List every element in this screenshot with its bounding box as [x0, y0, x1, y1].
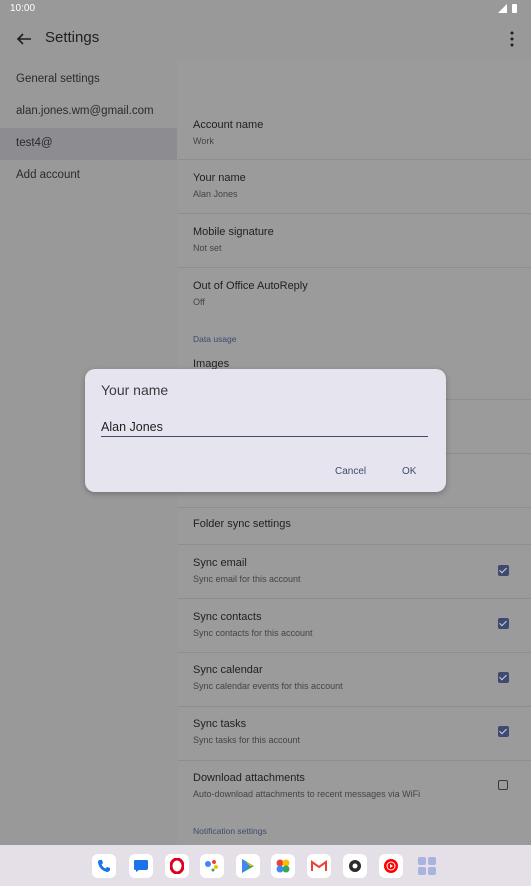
nav-item-add-account[interactable]: Add account: [0, 160, 177, 192]
nav-item-label: alan.jones.wm@gmail.com: [16, 105, 154, 117]
section-header-notifications: Notification settings: [193, 826, 267, 836]
status-time: 10:00: [10, 3, 36, 14]
setting-folder-sync[interactable]: Folder sync settings: [178, 508, 531, 545]
setting-sync-contacts[interactable]: Sync contacts Sync contacts for this acc…: [178, 599, 531, 653]
setting-title: Your name: [193, 172, 246, 184]
status-bar: 10:00: [0, 0, 531, 18]
setting-value: Alan Jones: [193, 189, 238, 199]
setting-title: Sync tasks: [193, 718, 247, 730]
sync-contacts-checkbox[interactable]: [498, 618, 509, 629]
setting-sync-calendar[interactable]: Sync calendar Sync calendar events for t…: [178, 653, 531, 707]
sync-calendar-checkbox[interactable]: [498, 672, 509, 683]
setting-title: Out of Office AutoReply: [193, 280, 308, 292]
app-bar: Settings: [0, 18, 531, 60]
phone-icon[interactable]: [92, 854, 116, 878]
setting-title: Download attachments: [193, 772, 305, 784]
download-attachments-checkbox[interactable]: [498, 780, 508, 790]
setting-sync-email[interactable]: Sync email Sync email for this account: [178, 545, 531, 599]
back-arrow-icon[interactable]: [14, 29, 34, 49]
setting-title: Mobile signature: [193, 226, 274, 238]
nav-item-account-test4[interactable]: test4@: [0, 128, 177, 160]
setting-subtitle: Sync contacts for this account: [193, 628, 313, 638]
dialog-title: Your name: [101, 382, 169, 398]
setting-subtitle: Sync email for this account: [193, 574, 301, 584]
assistant-icon[interactable]: [200, 854, 224, 878]
nav-item-label: General settings: [16, 73, 100, 85]
setting-autoreply[interactable]: Out of Office AutoReply Off: [178, 268, 531, 320]
battery-icon: [512, 4, 517, 13]
app-drawer-icon[interactable]: [415, 854, 439, 878]
messages-icon[interactable]: [129, 854, 153, 878]
setting-your-name[interactable]: Your name Alan Jones: [178, 160, 531, 214]
photos-icon[interactable]: [271, 854, 295, 878]
play-store-icon[interactable]: [236, 854, 260, 878]
youtube-music-icon[interactable]: [379, 854, 403, 878]
more-options-icon[interactable]: [509, 30, 515, 48]
signal-icon: [498, 4, 507, 13]
nav-item-label: Add account: [16, 169, 80, 181]
setting-mobile-signature[interactable]: Mobile signature Not set: [178, 214, 531, 268]
sync-tasks-checkbox[interactable]: [498, 726, 509, 737]
page-title: Settings: [45, 29, 100, 46]
setting-title: Sync contacts: [193, 611, 262, 623]
setting-download-attachments[interactable]: Download attachments Auto-download attac…: [178, 761, 531, 812]
setting-title: Sync calendar: [193, 664, 263, 676]
nav-item-account-gmail[interactable]: alan.jones.wm@gmail.com: [0, 96, 177, 128]
ok-button[interactable]: OK: [402, 466, 416, 477]
setting-title: Sync email: [193, 557, 247, 569]
setting-value: Not set: [193, 243, 222, 253]
your-name-dialog: Your name Cancel OK: [85, 369, 446, 492]
section-header-data-usage: Data usage: [193, 334, 237, 344]
setting-title: Folder sync settings: [193, 518, 291, 530]
opera-icon[interactable]: [165, 854, 189, 878]
cancel-button[interactable]: Cancel: [335, 466, 366, 477]
setting-subtitle: Sync tasks for this account: [193, 735, 301, 745]
setting-value: Work: [193, 136, 214, 146]
sync-email-checkbox[interactable]: [498, 565, 509, 576]
gmail-icon[interactable]: [307, 854, 331, 878]
app-dock: [0, 845, 531, 886]
settings-icon[interactable]: [343, 854, 367, 878]
setting-subtitle: Auto-download attachments to recent mess…: [193, 789, 421, 799]
setting-title: Account name: [193, 119, 264, 131]
nav-item-label: test4@: [16, 137, 53, 149]
setting-account-name[interactable]: Account name Work: [178, 106, 531, 160]
setting-subtitle: Sync calendar events for this account: [193, 681, 343, 691]
setting-value: Off: [193, 297, 205, 307]
nav-item-general-settings[interactable]: General settings: [0, 64, 177, 96]
name-input[interactable]: [101, 417, 428, 437]
setting-sync-tasks[interactable]: Sync tasks Sync tasks for this account: [178, 707, 531, 761]
